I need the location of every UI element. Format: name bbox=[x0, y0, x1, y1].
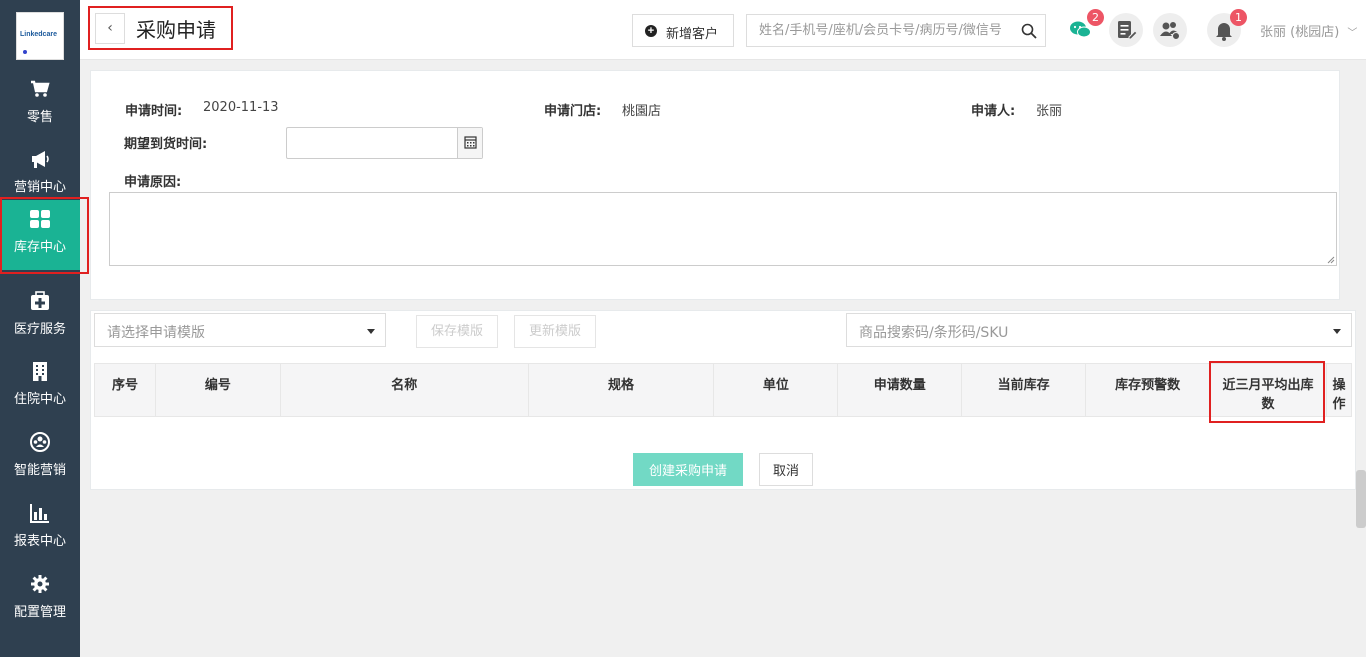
sidebar-item-settings[interactable]: 配置管理 bbox=[0, 565, 80, 635]
logo-dot bbox=[23, 50, 27, 54]
apply-time-value: 2020-11-13 bbox=[203, 100, 279, 115]
user-menu[interactable]: 张丽 (桃园店) ﹀ bbox=[1260, 21, 1357, 40]
bar-chart-icon bbox=[30, 504, 49, 523]
table-header-row: 序号 编号 名称 规格 单位 申请数量 当前库存 库存预警数 近三月平均出库数 … bbox=[94, 363, 1353, 417]
plus-circle-icon: + bbox=[645, 25, 657, 37]
applicant-label: 申请人: bbox=[971, 104, 1016, 119]
group-button[interactable] bbox=[1153, 13, 1187, 47]
customer-search bbox=[746, 14, 1046, 47]
col-actions: 操作 bbox=[1325, 363, 1353, 417]
grid-icon bbox=[30, 210, 50, 228]
wechat-button[interactable]: 2 bbox=[1064, 9, 1104, 47]
user-name: 张丽 (桃园店) bbox=[1260, 25, 1340, 40]
col-spec: 规格 bbox=[527, 363, 715, 417]
users-icon bbox=[1160, 22, 1180, 40]
template-select-text: 请选择申请模版 bbox=[107, 325, 205, 341]
notes-button[interactable] bbox=[1109, 13, 1143, 47]
apply-time-label: 申请时间: bbox=[125, 104, 183, 119]
expected-date-label: 期望到货时间: bbox=[124, 137, 208, 152]
sidebar-item-retail[interactable]: 零售 bbox=[0, 70, 80, 140]
sidebar-item-label: 智能营销 bbox=[13, 463, 66, 478]
store-value: 桃園店 bbox=[622, 104, 662, 119]
document-edit-icon bbox=[1118, 21, 1138, 40]
save-template-button[interactable]: 保存模版 bbox=[416, 315, 498, 348]
col-current-stock: 当前库存 bbox=[961, 363, 1087, 417]
medical-kit-icon bbox=[31, 291, 49, 310]
col-apply-qty: 申请数量 bbox=[837, 363, 963, 417]
sidebar-item-label: 报表中心 bbox=[13, 534, 66, 549]
add-customer-label: 新增客户 bbox=[666, 26, 719, 41]
cancel-button[interactable]: 取消 bbox=[759, 453, 813, 486]
page-title: 采购申请 bbox=[136, 18, 216, 42]
add-customer-button[interactable]: + 新增客户 bbox=[632, 14, 734, 47]
logo-text: Linkedcare bbox=[20, 31, 57, 38]
sidebar-item-medical[interactable]: 医疗服务 bbox=[0, 282, 80, 352]
sidebar-item-label: 零售 bbox=[26, 110, 53, 125]
template-select[interactable]: 请选择申请模版 bbox=[94, 313, 386, 347]
building-icon bbox=[33, 362, 47, 381]
sidebar-item-label: 医疗服务 bbox=[13, 322, 66, 337]
chevron-down-icon: ﹀ bbox=[1347, 28, 1358, 39]
resize-handle-icon[interactable] bbox=[1327, 256, 1335, 264]
col-index: 序号 bbox=[94, 363, 156, 417]
create-request-button[interactable]: 创建采购申请 bbox=[633, 453, 743, 486]
applicant-value: 张丽 bbox=[1036, 104, 1063, 119]
col-code: 编号 bbox=[154, 363, 281, 417]
product-search-select[interactable]: 商品搜索码/条形码/SKU bbox=[846, 313, 1352, 347]
expected-date-field[interactable] bbox=[286, 127, 483, 159]
scrollbar-thumb[interactable] bbox=[1356, 470, 1366, 528]
col-unit: 单位 bbox=[713, 363, 839, 417]
sidebar-item-reports[interactable]: 报表中心 bbox=[0, 494, 80, 564]
gear-icon bbox=[31, 575, 49, 593]
wechat-badge: 2 bbox=[1087, 9, 1104, 26]
reason-label: 申请原因: bbox=[124, 175, 182, 190]
calendar-button[interactable] bbox=[457, 128, 482, 158]
cart-icon bbox=[31, 80, 50, 97]
reason-textarea[interactable] bbox=[109, 192, 1337, 266]
caret-down-icon bbox=[1333, 329, 1341, 334]
items-table: 序号 编号 名称 规格 单位 申请数量 当前库存 库存预警数 近三月平均出库数 … bbox=[94, 363, 1353, 417]
update-template-button[interactable]: 更新模版 bbox=[514, 315, 596, 348]
sidebar-item-label: 住院中心 bbox=[13, 392, 66, 407]
customer-search-input[interactable] bbox=[747, 15, 1017, 46]
sidebar-item-label: 配置管理 bbox=[13, 605, 66, 620]
sidebar-item-inpatient[interactable]: 住院中心 bbox=[0, 352, 80, 422]
search-icon[interactable] bbox=[1021, 23, 1037, 39]
store-label: 申请门店: bbox=[544, 104, 602, 119]
col-avg-outbound: 近三月平均出库数 bbox=[1209, 363, 1327, 417]
sidebar-item-smart-marketing[interactable]: 智能营销 bbox=[0, 423, 80, 493]
sidebar-item-inventory[interactable]: 库存中心 bbox=[0, 200, 80, 270]
logo[interactable]: Linkedcare bbox=[16, 12, 64, 60]
sidebar-item-label: 库存中心 bbox=[13, 240, 66, 255]
users-circle-icon bbox=[30, 432, 50, 452]
sidebar: Linkedcare 零售 营销中心 库存中心 医疗服务 住院中心 智能营销 报… bbox=[0, 0, 80, 657]
top-header: ‹ 采购申请 + 新增客户 2 1 张丽 (桃园店) ﹀ bbox=[80, 0, 1366, 60]
notification-button[interactable]: 1 bbox=[1207, 9, 1247, 47]
calendar-icon bbox=[464, 136, 477, 149]
product-search-text: 商品搜索码/条形码/SKU bbox=[859, 325, 1009, 341]
col-warning-qty: 库存预警数 bbox=[1085, 363, 1211, 417]
caret-down-icon bbox=[367, 329, 375, 334]
col-name: 名称 bbox=[279, 363, 529, 417]
megaphone-icon bbox=[32, 151, 49, 168]
back-button[interactable]: ‹ bbox=[95, 13, 125, 44]
notification-badge: 1 bbox=[1230, 9, 1247, 26]
sidebar-item-label: 营销中心 bbox=[13, 180, 66, 195]
